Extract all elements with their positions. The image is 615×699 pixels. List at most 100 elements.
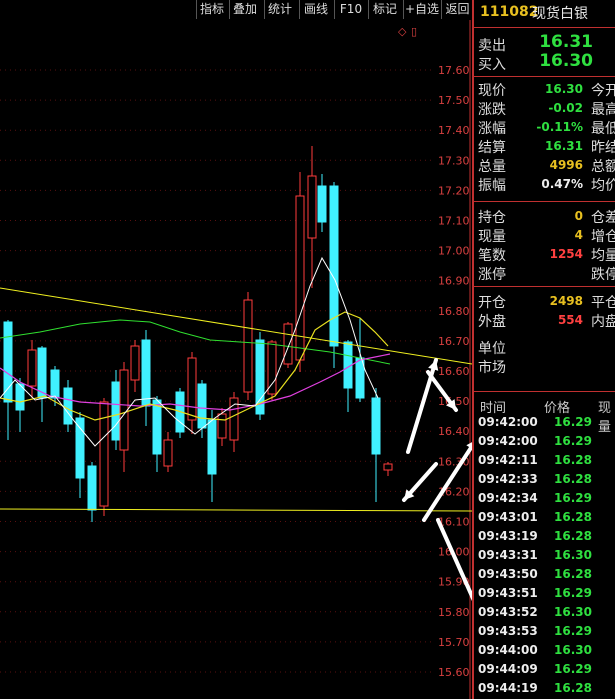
candle-body [27, 349, 37, 387]
tick-row[interactable]: 09:42:00 16.29 [474, 415, 615, 434]
divider [474, 391, 615, 392]
tick-price: 16.28 [554, 453, 592, 467]
indicator-button[interactable]: 指标 [196, 0, 227, 19]
tick-row[interactable]: 09:44:09 16.29 [474, 662, 615, 681]
diamond-icon[interactable]: ◇ [398, 25, 407, 38]
field-label: 单位 [478, 341, 506, 357]
chart-gridlines [0, 69, 434, 673]
tick-row[interactable]: 09:43:53 16.29 [474, 624, 615, 643]
overlay-button[interactable]: 叠加 [229, 0, 260, 19]
candle-body [141, 339, 151, 407]
candle-body [197, 383, 207, 429]
tick-price: 16.28 [554, 681, 592, 695]
draw-line-button[interactable]: 画线 [299, 0, 332, 19]
ticks-time-header: 时间 [480, 401, 507, 416]
field-value: -0.11% [536, 120, 583, 134]
tick-price: 16.30 [554, 548, 592, 562]
tick-row[interactable]: 09:43:52 16.30 [474, 605, 615, 624]
candle-body [267, 341, 277, 395]
sell-label: 卖出 [478, 38, 506, 54]
price-tick-label: 16.80 [438, 305, 470, 318]
divider [474, 76, 615, 77]
tick-row[interactable]: 09:42:11 16.28 [474, 453, 615, 472]
price-tick-label: 17.60 [438, 64, 470, 77]
tick-row[interactable]: 09:43:50 16.28 [474, 567, 615, 586]
tick-price: 16.29 [554, 434, 592, 448]
tick-row[interactable]: 09:43:51 16.29 [474, 586, 615, 605]
symbol-code: 111082 [480, 4, 539, 20]
field-label-secondary: 总额 [591, 159, 615, 175]
field-label: 现价 [478, 83, 506, 99]
candle-body [50, 369, 60, 399]
tick-time: 09:43:51 [478, 586, 538, 600]
price-tick-label: 17.30 [438, 154, 470, 167]
field-value: 2498 [549, 294, 583, 308]
tick-time: 09:43:19 [478, 529, 538, 543]
field-value: 4 [574, 228, 583, 242]
field-value: 16.30 [545, 82, 583, 96]
arrow-shaft [422, 442, 472, 522]
f10-button[interactable]: F10 [334, 0, 367, 19]
candle-body [307, 175, 317, 239]
symbol-name: 现货白银 [532, 6, 588, 22]
candle-body [317, 185, 327, 223]
field-label: 涨跌 [478, 102, 506, 118]
tick-row[interactable]: 09:43:19 16.28 [474, 529, 615, 548]
field-value: 1254 [549, 247, 583, 261]
quote-header: 111082 现货白银 [474, 0, 615, 26]
candlestick-chart[interactable]: 17.60 17.50 17.40 17.30 17.20 17.10 17.00 16.90… [0, 20, 472, 699]
buy-value: 16.30 [539, 51, 593, 71]
candle-body [187, 357, 197, 421]
mark-button[interactable]: 标记 [368, 0, 401, 19]
field-label: 持仓 [478, 210, 506, 226]
tick-price: 16.29 [554, 624, 592, 638]
tick-time: 09:42:00 [478, 434, 538, 448]
tick-row[interactable]: 09:42:34 16.29 [474, 491, 615, 510]
add-watchlist-button[interactable]: +自选 [403, 0, 440, 19]
back-button[interactable]: 返回 [441, 0, 473, 19]
field-label-secondary: 跌停 [591, 267, 615, 283]
candle-body [130, 345, 140, 381]
tick-price: 16.28 [554, 529, 592, 543]
tick-row[interactable]: 09:44:19 16.28 [474, 681, 615, 699]
tick-time: 09:44:00 [478, 643, 538, 657]
candle-body [207, 419, 217, 475]
field-value: -0.02 [548, 101, 583, 115]
tick-row[interactable]: 09:43:31 16.30 [474, 548, 615, 567]
tick-row[interactable]: 09:44:00 16.30 [474, 643, 615, 662]
price-tick-label: 16.60 [438, 365, 470, 378]
tick-row[interactable]: 09:42:33 16.28 [474, 472, 615, 491]
tick-time: 09:43:31 [478, 548, 538, 562]
field-value: 4996 [549, 158, 583, 172]
candle-body [217, 413, 227, 439]
tick-time: 09:42:33 [478, 472, 538, 486]
price-axis-labels: 17.60 17.50 17.40 17.30 17.20 17.10 17.00 16.90… [438, 64, 470, 679]
chart-toolbar: 指标 叠加 统计 画线 F10 标记 +自选 返回 [0, 0, 472, 20]
price-tick-label: 17.50 [438, 94, 470, 107]
tick-price: 16.29 [554, 662, 592, 676]
tick-time: 09:43:50 [478, 567, 538, 581]
price-tick-label: 17.20 [438, 184, 470, 197]
price-tick-label: 16.90 [438, 275, 470, 288]
tick-price: 16.30 [554, 605, 592, 619]
tick-row[interactable]: 09:42:00 16.29 [474, 434, 615, 453]
statistics-button[interactable]: 统计 [264, 0, 295, 19]
field-label: 结算 [478, 140, 506, 156]
field-label-secondary: 昨结 [591, 140, 615, 156]
field-label: 总量 [478, 159, 506, 175]
ticks-price-header: 价格 [544, 401, 571, 416]
tick-price: 16.29 [554, 586, 592, 600]
tick-time: 09:43:01 [478, 510, 538, 524]
candle-body [329, 185, 339, 347]
tick-price: 16.28 [554, 510, 592, 524]
field-label-secondary: 增仓 [591, 229, 615, 245]
panel-toggle-icon[interactable]: ▯ [411, 25, 417, 38]
field-label: 开仓 [478, 295, 506, 311]
field-label: 市场 [478, 360, 506, 376]
candle-body [163, 439, 173, 467]
field-label: 涨幅 [478, 121, 506, 137]
support-line [0, 508, 472, 512]
candle-body [3, 321, 13, 403]
field-label-secondary: 平仓 [591, 295, 615, 311]
tick-row[interactable]: 09:43:01 16.28 [474, 510, 615, 529]
